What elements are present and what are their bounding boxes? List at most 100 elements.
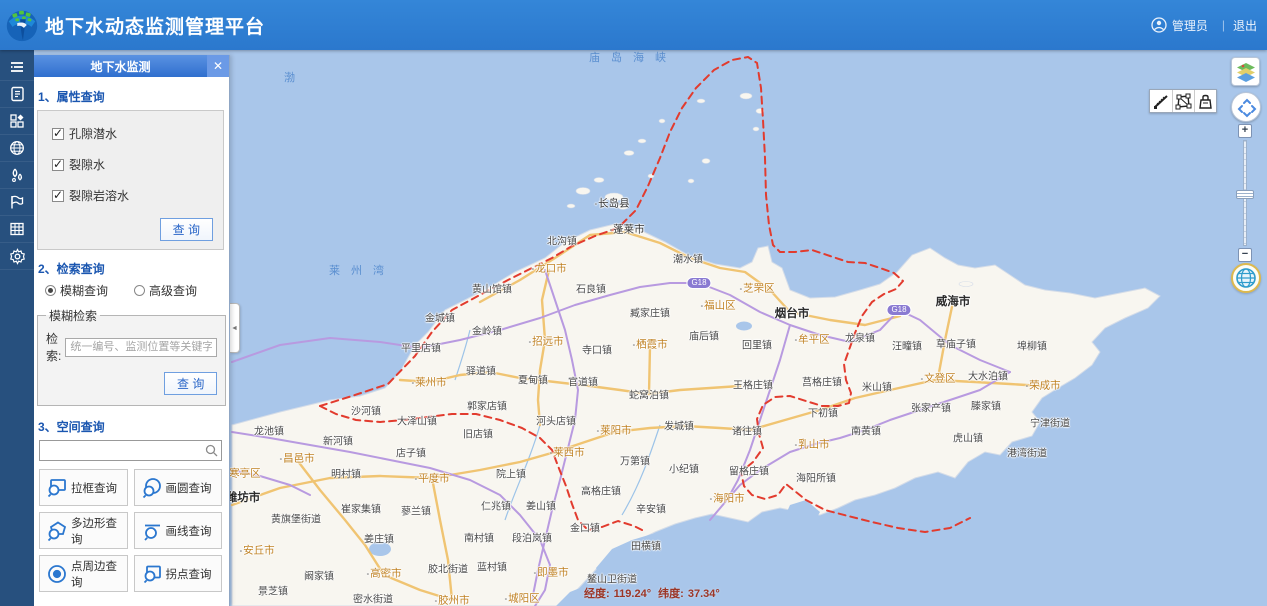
map-label: 沙河镇 xyxy=(351,403,381,418)
logout-button[interactable]: 退出 xyxy=(1233,17,1257,34)
route-badge: G18 xyxy=(686,277,711,289)
map-label: 胶州市 xyxy=(434,593,469,606)
vertex-query-button[interactable]: 拐点查询 xyxy=(134,555,223,592)
user-icon xyxy=(1151,17,1167,33)
spatial-query-title: 3、空间查询 xyxy=(38,418,224,435)
sidebar-item-flag[interactable] xyxy=(0,189,34,216)
map-label: 烟台市 xyxy=(775,305,810,321)
measure-area-button[interactable] xyxy=(1172,90,1194,112)
checkbox-label: 孔隙潜水 xyxy=(69,125,117,142)
sidebar-item-globe[interactable] xyxy=(0,135,34,162)
polygon-query-icon xyxy=(46,520,68,542)
map-label: 庙岛海峡 xyxy=(589,49,677,65)
map-label: 荣成市 xyxy=(1025,378,1060,393)
retrieval-query-button[interactable]: 查 询 xyxy=(164,372,217,395)
map-label: 庙后镇 xyxy=(689,328,719,343)
sidebar-item-apps[interactable] xyxy=(0,108,34,135)
map-label: 小纪镇 xyxy=(669,461,699,476)
sidebar-item-menu[interactable] xyxy=(0,54,34,81)
map-label: 辛安镇 xyxy=(636,501,666,516)
circle-query-button[interactable]: 画圆查询 xyxy=(134,469,223,506)
sidebar-item-water[interactable] xyxy=(0,162,34,189)
map-label: 夏甸镇 xyxy=(518,372,548,387)
map-label: 胶北街道 xyxy=(428,561,468,576)
panel-close-button[interactable]: ✕ xyxy=(207,55,229,77)
panel-header[interactable]: 地下水监测 ✕ xyxy=(34,55,229,77)
username: 管理员 xyxy=(1172,17,1208,34)
map-label: 平度市 xyxy=(414,471,449,486)
map-label: 蓼兰镇 xyxy=(401,503,431,518)
layer-switcher-button[interactable] xyxy=(1231,57,1260,86)
clear-graphics-button[interactable] xyxy=(1194,90,1216,112)
keyword-search-input[interactable] xyxy=(65,338,217,357)
map-label: 崔家集镇 xyxy=(341,501,381,516)
full-extent-button[interactable] xyxy=(1231,263,1261,293)
checkbox-row-karst-water[interactable]: 裂隙岩溶水 xyxy=(52,187,213,204)
map-label: 莒格庄镇 xyxy=(802,374,842,389)
map-label: 诸往镇 xyxy=(732,423,762,438)
map-label: 金岭镇 xyxy=(472,323,502,338)
flag-icon xyxy=(9,194,25,210)
map-label: 郭家店镇 xyxy=(467,398,507,413)
zoom-slider-handle[interactable] xyxy=(1236,190,1254,199)
map-label: 潮水镇 xyxy=(673,251,703,266)
retrieval-query-title: 2、检索查询 xyxy=(38,260,224,277)
map-label: 乳山市 xyxy=(794,437,829,452)
map-label: 仁兆镇 xyxy=(481,498,511,513)
point-buffer-query-button[interactable]: 点周边查询 xyxy=(39,555,128,592)
sidebar-item-table[interactable] xyxy=(0,216,34,243)
box-query-button[interactable]: 拉框查询 xyxy=(39,469,128,506)
point-buffer-label: 点周边查询 xyxy=(71,558,127,590)
ruler-icon xyxy=(1153,93,1170,110)
map-label: 埠柳镇 xyxy=(1017,338,1047,353)
water-drops-icon xyxy=(9,167,25,183)
spatial-search-input[interactable] xyxy=(39,440,222,461)
groundwater-monitor-panel: 地下水监测 ✕ 1、属性查询 孔隙潜水 裂隙水 裂隙岩溶水 查 询 2、检索查询 xyxy=(34,55,230,606)
map-label: 石良镇 xyxy=(576,281,606,296)
map-label: 官道镇 xyxy=(568,374,598,389)
panel-collapse-handle[interactable]: ◄ xyxy=(230,303,240,353)
zoom-out-button[interactable]: − xyxy=(1238,248,1252,262)
map-label: 万第镇 xyxy=(620,453,650,468)
map-label: 张家产镇 xyxy=(911,400,951,415)
checkbox-karst-water[interactable] xyxy=(52,190,64,202)
checkbox-fissure-water[interactable] xyxy=(52,159,64,171)
sidebar-item-settings[interactable] xyxy=(0,243,34,270)
radio-advanced-query[interactable] xyxy=(134,285,145,296)
checkbox-pore-water[interactable] xyxy=(52,128,64,140)
measure-distance-button[interactable] xyxy=(1150,90,1172,112)
checkbox-label: 裂隙岩溶水 xyxy=(69,187,129,204)
map-label: 南黄镇 xyxy=(851,423,881,438)
map-label: 招远市 xyxy=(528,334,563,349)
map-label: 汪疃镇 xyxy=(892,338,922,353)
zoom-in-button[interactable]: + xyxy=(1238,124,1252,138)
sidebar-item-document[interactable] xyxy=(0,81,34,108)
line-query-button[interactable]: 画线查询 xyxy=(134,512,223,549)
map-label: 寺口镇 xyxy=(582,342,612,357)
pan-control[interactable] xyxy=(1231,92,1261,122)
map-label: 昌邑市 xyxy=(279,451,314,466)
menu-icon xyxy=(9,59,25,75)
radio-fuzzy-query[interactable] xyxy=(45,285,56,296)
map-label: 高格庄镇 xyxy=(581,483,621,498)
map-label: 姜山镇 xyxy=(526,498,556,513)
map-label: 潍坊市 xyxy=(226,489,261,505)
map-label: 大泽山镇 xyxy=(397,413,437,428)
checkbox-row-pore-water[interactable]: 孔隙潜水 xyxy=(52,125,213,142)
map-label: 黄山馆镇 xyxy=(472,281,512,296)
polygon-query-button[interactable]: 多边形查询 xyxy=(39,512,128,549)
map-label: 金口镇 xyxy=(570,520,600,535)
latitude-value: 37.34° xyxy=(688,588,720,600)
map-label: 龙泉镇 xyxy=(845,330,875,345)
attribute-query-button[interactable]: 查 询 xyxy=(160,218,213,241)
map-label: 北沟镇 xyxy=(547,233,577,248)
user-menu[interactable]: 管理员 xyxy=(1151,17,1208,34)
collapse-arrow-icon: ◄ xyxy=(231,325,238,332)
map-label: 牟平区 xyxy=(794,332,829,347)
checkbox-label: 裂隙水 xyxy=(69,156,105,173)
apps-grid-icon xyxy=(9,113,25,129)
search-field-label: 检 索: xyxy=(46,330,61,364)
gear-icon xyxy=(9,248,26,265)
coordinate-readout: 经度:119.24° 纬度:37.34° xyxy=(584,585,724,601)
checkbox-row-fissure-water[interactable]: 裂隙水 xyxy=(52,156,213,173)
